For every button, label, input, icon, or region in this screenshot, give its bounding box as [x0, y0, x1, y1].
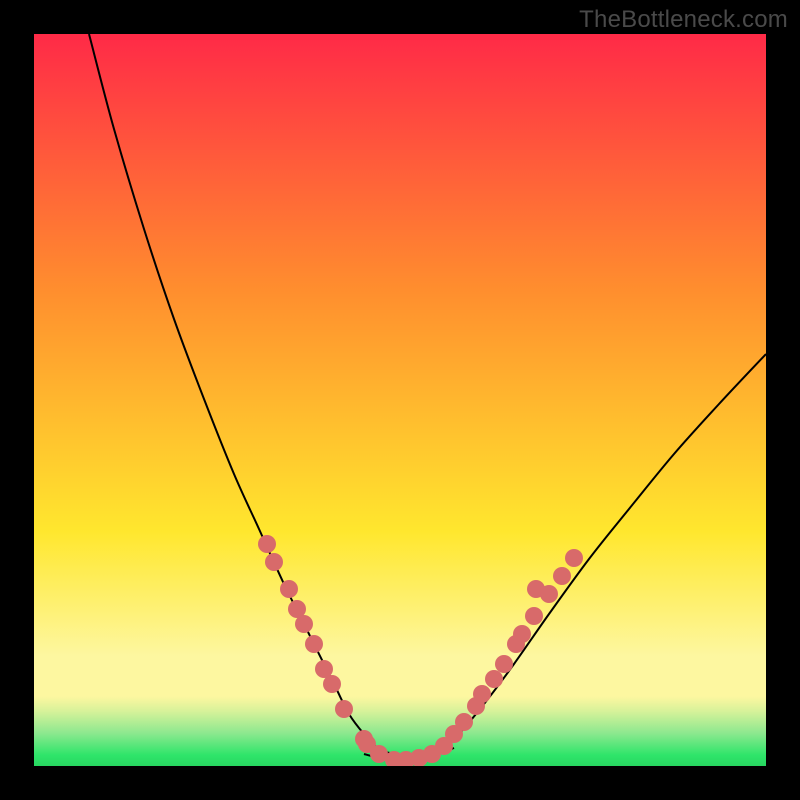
left-curve	[89, 34, 394, 754]
highlight-markers	[258, 535, 583, 766]
marker-point	[485, 670, 503, 688]
marker-point	[258, 535, 276, 553]
marker-point	[565, 549, 583, 567]
watermark-text: TheBottleneck.com	[579, 6, 788, 34]
marker-point	[473, 685, 491, 703]
marker-point	[305, 635, 323, 653]
plot-frame	[34, 34, 766, 766]
marker-point	[513, 625, 531, 643]
marker-point	[525, 607, 543, 625]
marker-point	[280, 580, 298, 598]
marker-point	[540, 585, 558, 603]
plot-svg	[34, 34, 766, 766]
marker-point	[265, 553, 283, 571]
marker-point	[335, 700, 353, 718]
marker-point	[323, 675, 341, 693]
marker-point	[295, 615, 313, 633]
marker-point	[455, 713, 473, 731]
marker-point	[553, 567, 571, 585]
marker-point	[495, 655, 513, 673]
